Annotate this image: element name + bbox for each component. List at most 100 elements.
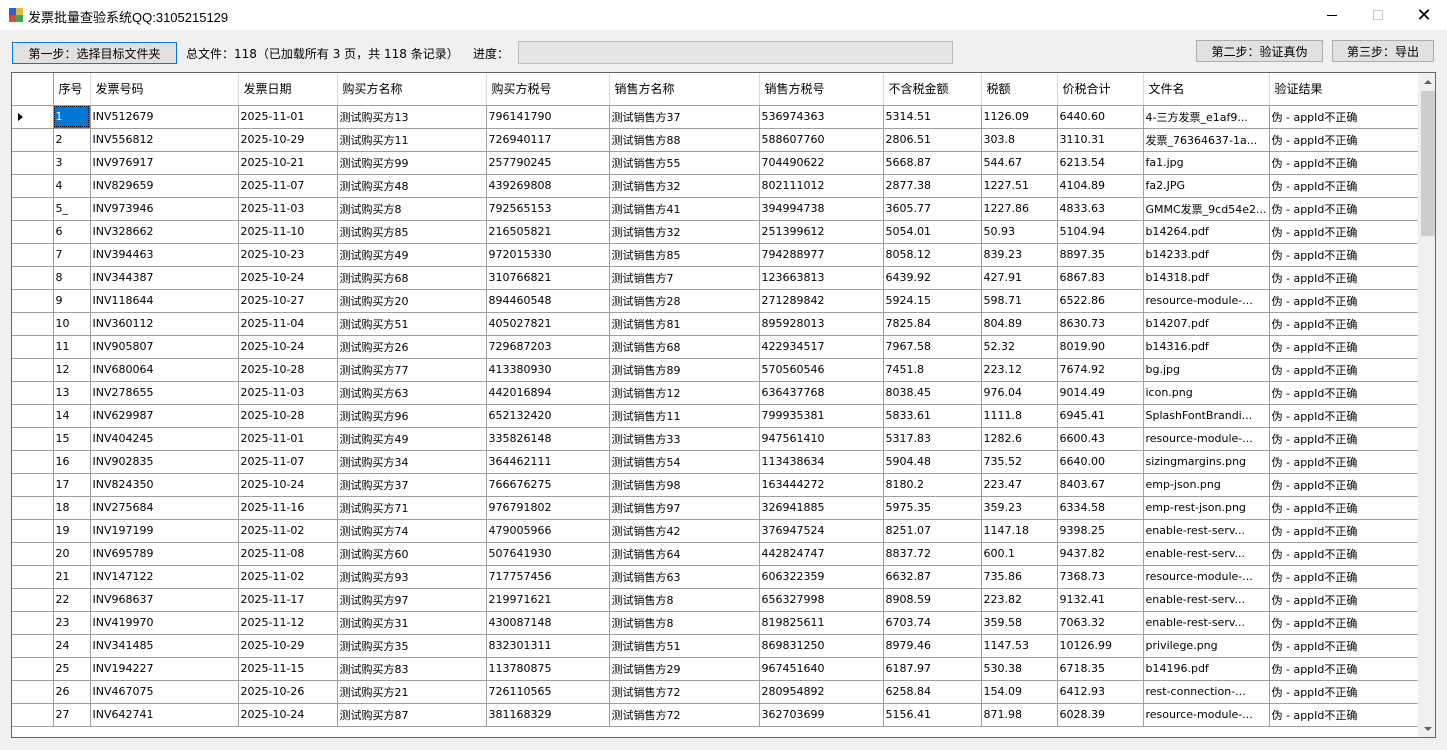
table-cell[interactable]: 2025-10-24	[238, 266, 338, 290]
table-cell[interactable]: 362703699	[759, 703, 884, 727]
table-cell[interactable]: 6867.83	[1057, 266, 1144, 290]
table-cell[interactable]: 测试购买方74	[337, 519, 487, 543]
row-header[interactable]	[12, 450, 54, 474]
table-cell[interactable]: 1227.86	[981, 197, 1058, 221]
table-cell[interactable]: 伪 - appId不正确	[1269, 128, 1420, 152]
table-cell[interactable]: 796141790	[486, 105, 610, 129]
table-cell[interactable]: 972015330	[486, 243, 610, 267]
table-cell[interactable]: 588607760	[759, 128, 884, 152]
table-cell[interactable]: 6439.92	[883, 266, 982, 290]
export-button[interactable]: 第三步：导出	[1332, 40, 1434, 62]
table-cell[interactable]: 3	[53, 151, 91, 175]
table-cell[interactable]: 测试购买方8	[337, 197, 487, 221]
table-cell[interactable]: 735.52	[981, 450, 1058, 474]
table-cell[interactable]: 伪 - appId不正确	[1269, 105, 1420, 129]
table-cell[interactable]: 6632.87	[883, 565, 982, 589]
table-cell[interactable]: 6	[53, 220, 91, 244]
table-cell[interactable]: 2025-11-07	[238, 450, 338, 474]
table-cell[interactable]: 8180.2	[883, 473, 982, 497]
row-header[interactable]	[12, 381, 54, 405]
table-cell[interactable]: 2025-10-29	[238, 128, 338, 152]
table-cell[interactable]: 530.38	[981, 657, 1058, 681]
table-cell[interactable]: 伪 - appId不正确	[1269, 266, 1420, 290]
table-cell[interactable]: 8	[53, 266, 91, 290]
table-cell[interactable]: 832301311	[486, 634, 610, 658]
table-cell[interactable]: 伪 - appId不正确	[1269, 565, 1420, 589]
table-cell[interactable]: 测试销售方8	[609, 588, 760, 612]
table-cell[interactable]: 测试销售方8	[609, 611, 760, 635]
table-cell[interactable]: 223.47	[981, 473, 1058, 497]
row-header[interactable]	[12, 634, 54, 658]
table-cell[interactable]: 113780875	[486, 657, 610, 681]
table-cell[interactable]: 947561410	[759, 427, 884, 451]
table-cell[interactable]: INV328662	[90, 220, 239, 244]
table-cell[interactable]: 测试销售方68	[609, 335, 760, 359]
table-cell[interactable]: 测试购买方37	[337, 473, 487, 497]
table-cell[interactable]: 251399612	[759, 220, 884, 244]
table-row[interactable]: 3 INV976917 2025-10-21 测试购买方99 257790245 测试销售…	[12, 151, 1420, 175]
table-cell[interactable]: 2025-11-07	[238, 174, 338, 198]
table-cell[interactable]: b14207.pdf	[1143, 312, 1270, 336]
table-cell[interactable]: 测试购买方35	[337, 634, 487, 658]
table-cell[interactable]: 9	[53, 289, 91, 313]
table-cell[interactable]: 442016894	[486, 381, 610, 405]
table-cell[interactable]: INV973946	[90, 197, 239, 221]
table-cell[interactable]: 测试销售方85	[609, 243, 760, 267]
table-cell[interactable]: 测试销售方89	[609, 358, 760, 382]
table-cell[interactable]: 2025-10-29	[238, 634, 338, 658]
table-cell[interactable]: 2025-11-12	[238, 611, 338, 635]
table-row[interactable]: 13 INV278655 2025-11-03 测试购买方63 442016894 测试销…	[12, 381, 1420, 405]
table-cell[interactable]: 测试销售方51	[609, 634, 760, 658]
table-cell[interactable]: 伪 - appId不正确	[1269, 427, 1420, 451]
table-cell[interactable]: 测试销售方81	[609, 312, 760, 336]
table-cell[interactable]: 5924.15	[883, 289, 982, 313]
table-cell[interactable]: 7	[53, 243, 91, 267]
table-cell[interactable]: INV344387	[90, 266, 239, 290]
table-cell[interactable]: 测试购买方31	[337, 611, 487, 635]
table-cell[interactable]: 6600.43	[1057, 427, 1144, 451]
column-header[interactable]: 销售方税号	[759, 73, 884, 106]
table-row[interactable]: 26 INV467075 2025-10-26 测试购买方21 726110565 测试销…	[12, 680, 1420, 704]
table-cell[interactable]: emp-rest-json.png	[1143, 496, 1270, 520]
table-row[interactable]: 23 INV419970 2025-11-12 测试购买方31 430087148 测试销…	[12, 611, 1420, 635]
table-cell[interactable]: INV394463	[90, 243, 239, 267]
table-cell[interactable]: 5833.61	[883, 404, 982, 428]
table-cell[interactable]: 2025-10-26	[238, 680, 338, 704]
table-cell[interactable]: 726110565	[486, 680, 610, 704]
table-row[interactable]: 17 INV824350 2025-10-24 测试购买方37 766676275 测试销…	[12, 473, 1420, 497]
table-cell[interactable]: 测试购买方48	[337, 174, 487, 198]
table-cell[interactable]: 测试销售方97	[609, 496, 760, 520]
table-cell[interactable]: 8979.46	[883, 634, 982, 658]
table-cell[interactable]: 223.82	[981, 588, 1058, 612]
table-cell[interactable]: 测试销售方98	[609, 473, 760, 497]
table-cell[interactable]: INV976917	[90, 151, 239, 175]
table-cell[interactable]: 测试销售方72	[609, 703, 760, 727]
table-cell[interactable]: 15	[53, 427, 91, 451]
table-cell[interactable]: 25	[53, 657, 91, 681]
table-cell[interactable]: 5054.01	[883, 220, 982, 244]
table-cell[interactable]: 测试购买方83	[337, 657, 487, 681]
table-cell[interactable]: 507641930	[486, 542, 610, 566]
table-cell[interactable]: 219971621	[486, 588, 610, 612]
row-header[interactable]	[12, 519, 54, 543]
table-cell[interactable]: 16	[53, 450, 91, 474]
table-cell[interactable]: 1282.6	[981, 427, 1058, 451]
table-cell[interactable]: 2025-11-17	[238, 588, 338, 612]
table-cell[interactable]: 10126.99	[1057, 634, 1144, 658]
table-cell[interactable]: 14	[53, 404, 91, 428]
table-row[interactable]: 25 INV194227 2025-11-15 测试购买方83 113780875 测试销…	[12, 657, 1420, 681]
table-cell[interactable]: 2025-10-27	[238, 289, 338, 313]
table-cell[interactable]: 271289842	[759, 289, 884, 313]
header-corner[interactable]	[12, 73, 54, 106]
table-cell[interactable]: 1	[53, 105, 91, 129]
table-cell[interactable]: 8897.35	[1057, 243, 1144, 267]
table-cell[interactable]: 伪 - appId不正确	[1269, 680, 1420, 704]
column-header[interactable]: 购买方税号	[486, 73, 610, 106]
table-cell[interactable]: 测试销售方32	[609, 220, 760, 244]
table-row[interactable]: 24 INV341485 2025-10-29 测试购买方35 832301311 测试销…	[12, 634, 1420, 658]
table-cell[interactable]: INV194227	[90, 657, 239, 681]
table-cell[interactable]: 1147.18	[981, 519, 1058, 543]
table-cell[interactable]: 8908.59	[883, 588, 982, 612]
table-cell[interactable]: 测试购买方99	[337, 151, 487, 175]
table-cell[interactable]: 6028.39	[1057, 703, 1144, 727]
